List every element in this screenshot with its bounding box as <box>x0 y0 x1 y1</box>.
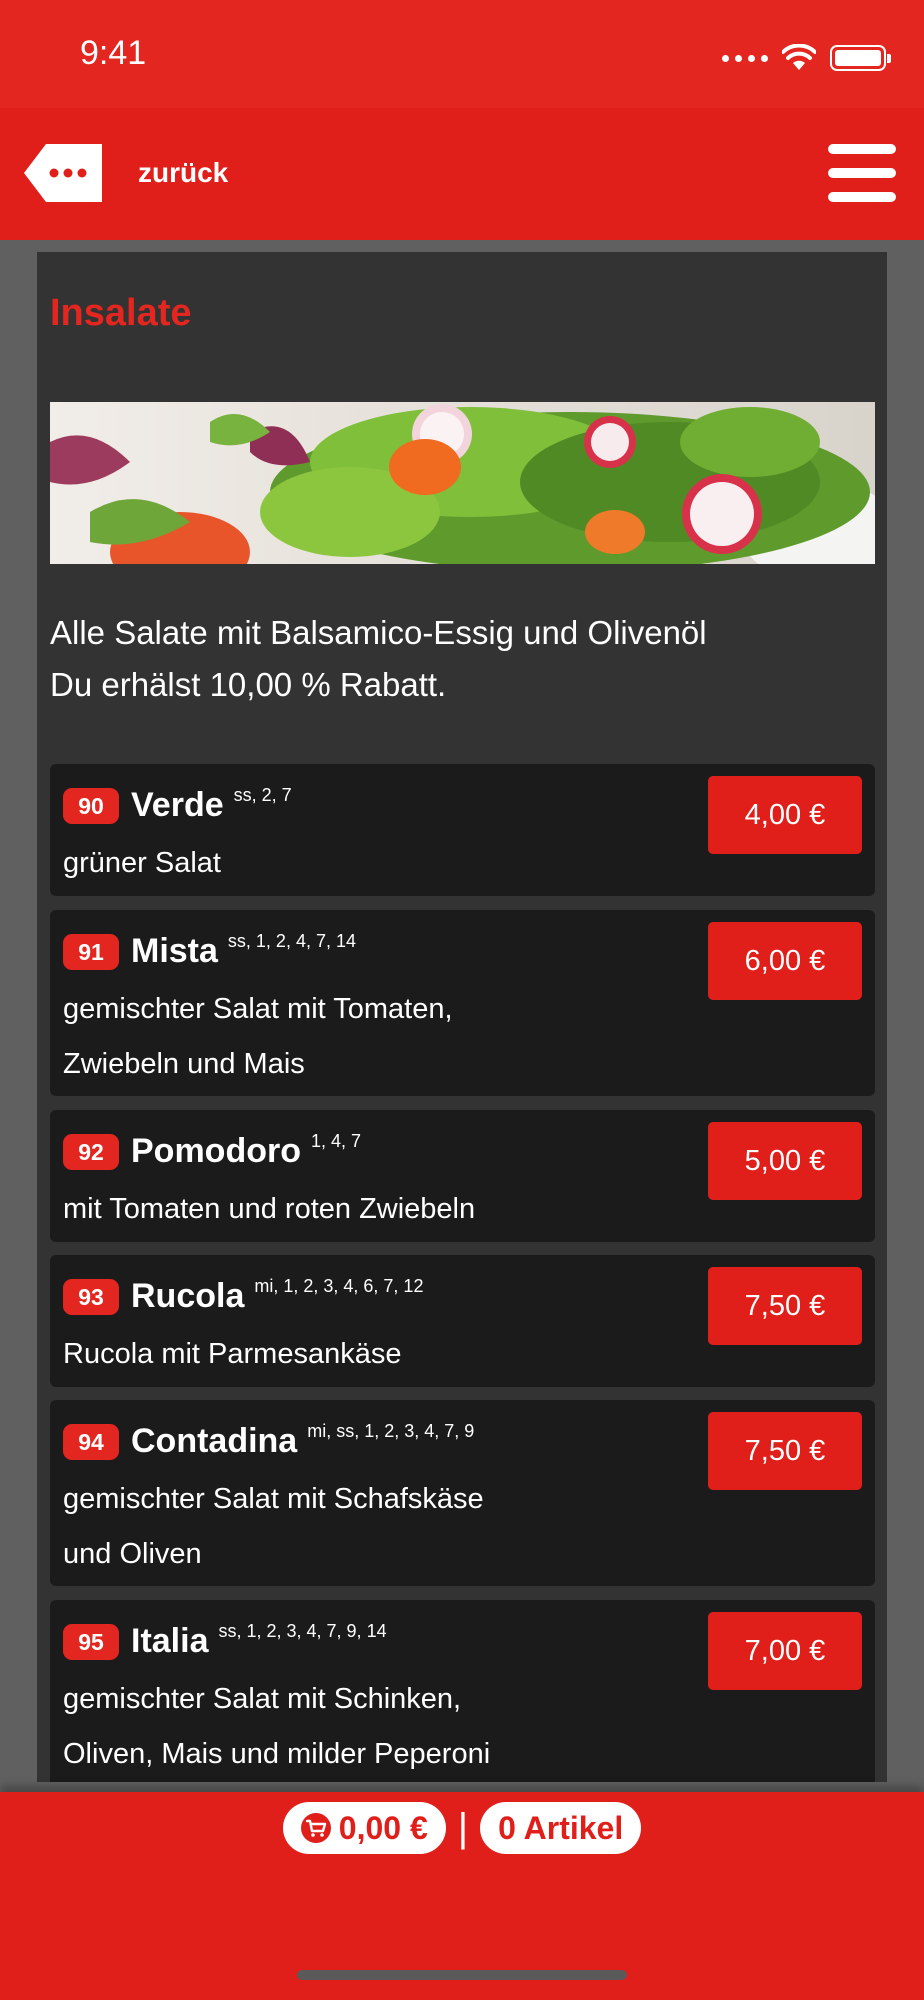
item-description-line: gemischter Salat mit Schafskäse <box>63 1483 484 1515</box>
wifi-icon <box>782 44 816 70</box>
status-icons <box>722 40 891 76</box>
item-description: gemischter Salat mit Schafskäse und Oliv… <box>63 1472 623 1582</box>
item-allergens: ss, 1, 2, 3, 4, 7, 9, 14 <box>218 1621 387 1641</box>
cart-icon <box>300 1813 331 1843</box>
item-number-badge: 95 <box>63 1624 119 1660</box>
signal-icon <box>722 54 768 62</box>
menu-item[interactable]: 94 Contadina mi, ss, 1, 2, 3, 4, 7, 9 ge… <box>50 1400 875 1586</box>
item-name: Contadina <box>131 1422 298 1460</box>
price-button[interactable]: 5,00 € <box>708 1122 862 1200</box>
cart-bar: 0,00 € | 0 Artikel <box>0 1792 924 2000</box>
nav-bar: zurück <box>0 108 924 240</box>
item-description: mit Tomaten und roten Zwiebeln <box>63 1182 623 1237</box>
salad-banner-image <box>50 402 875 564</box>
menu-item[interactable]: 92 Pomodoro 1, 4, 7 mit Tomaten und rote… <box>50 1110 875 1242</box>
item-description: gemischter Salat mit Schinken, Oliven, M… <box>63 1672 623 1782</box>
status-bar: 9:41 <box>0 0 924 108</box>
cart-articles: 0 Artikel <box>498 1810 624 1846</box>
item-description-line: Rucola mit Parmesankäse <box>63 1338 402 1370</box>
menu-icon[interactable] <box>828 144 896 202</box>
item-number-badge: 90 <box>63 788 119 824</box>
item-description-line: gemischter Salat mit Tomaten, <box>63 993 453 1025</box>
item-name: Pomodoro <box>131 1132 301 1170</box>
item-name: Italia <box>131 1622 209 1660</box>
back-label[interactable]: zurück <box>138 157 228 189</box>
cart-separator: | <box>457 1806 469 1850</box>
item-header: 92 Pomodoro 1, 4, 7 <box>63 1128 361 1174</box>
item-header: 94 Contadina mi, ss, 1, 2, 3, 4, 7, 9 <box>63 1418 474 1464</box>
cart-articles-pill[interactable]: 0 Artikel <box>480 1802 642 1854</box>
price-button[interactable]: 7,00 € <box>708 1612 862 1690</box>
item-number-badge: 92 <box>63 1134 119 1170</box>
back-button[interactable]: zurück <box>22 142 228 204</box>
item-description-line: gemischter Salat mit Schinken, <box>63 1683 462 1715</box>
menu-panel: Insalate Alle Salate mit Balsamico-Essig… <box>37 252 887 1782</box>
item-header: 93 Rucola mi, 1, 2, 3, 4, 6, 7, 12 <box>63 1273 423 1319</box>
item-description: grüner Salat <box>63 836 623 891</box>
item-allergens: mi, ss, 1, 2, 3, 4, 7, 9 <box>307 1421 475 1441</box>
item-header: 91 Mista ss, 1, 2, 4, 7, 14 <box>63 928 356 974</box>
item-allergens: mi, 1, 2, 3, 4, 6, 7, 12 <box>254 1276 424 1296</box>
item-number-badge: 91 <box>63 934 119 970</box>
price-button[interactable]: 7,50 € <box>708 1412 862 1490</box>
item-number-badge: 94 <box>63 1424 119 1460</box>
cart-total: 0,00 € <box>338 1810 428 1846</box>
battery-icon <box>830 45 891 71</box>
menu-item[interactable]: 91 Mista ss, 1, 2, 4, 7, 14 gemischter S… <box>50 910 875 1096</box>
item-description: gemischter Salat mit Tomaten, Zwiebeln u… <box>63 982 623 1092</box>
price-button[interactable]: 6,00 € <box>708 922 862 1000</box>
item-allergens: ss, 1, 2, 4, 7, 14 <box>227 931 356 951</box>
menu-item[interactable]: 90 Verde ss, 2, 7 grüner Salat 4,00 € <box>50 764 875 896</box>
status-time: 9:41 <box>80 34 147 72</box>
item-name: Mista <box>131 932 218 970</box>
cart-summary[interactable]: 0,00 € | 0 Artikel <box>0 1802 924 1854</box>
item-description: Rucola mit Parmesankäse <box>63 1327 623 1382</box>
description-line-1: Alle Salate mit Balsamico-Essig und Oliv… <box>50 614 707 651</box>
price-button[interactable]: 4,00 € <box>708 776 862 854</box>
item-header: 90 Verde ss, 2, 7 <box>63 782 292 828</box>
section-title: Insalate <box>50 292 192 334</box>
cart-total-pill[interactable]: 0,00 € <box>282 1802 446 1854</box>
menu-item[interactable]: 95 Italia ss, 1, 2, 3, 4, 7, 9, 14 gemis… <box>50 1600 875 1782</box>
back-arrow-icon <box>24 144 102 202</box>
menu-item[interactable]: 93 Rucola mi, 1, 2, 3, 4, 6, 7, 12 Rucol… <box>50 1255 875 1387</box>
price-button[interactable]: 7,50 € <box>708 1267 862 1345</box>
description-line-2: Du erhälst 10,00 % Rabatt. <box>50 666 447 703</box>
item-description-line: und Oliven <box>63 1538 202 1570</box>
item-description-line: Zwiebeln und Mais <box>63 1048 305 1080</box>
item-header: 95 Italia ss, 1, 2, 3, 4, 7, 9, 14 <box>63 1618 387 1664</box>
section-description: Alle Salate mit Balsamico-Essig und Oliv… <box>50 607 875 711</box>
home-indicator <box>297 1970 627 1980</box>
item-number-badge: 93 <box>63 1279 119 1315</box>
item-description-line: mit Tomaten und roten Zwiebeln <box>63 1193 476 1225</box>
item-name: Verde <box>131 786 224 824</box>
item-description-line: Oliven, Mais und milder Peperoni <box>63 1738 491 1770</box>
item-description-line: grüner Salat <box>63 847 221 879</box>
item-allergens: 1, 4, 7 <box>310 1131 362 1151</box>
item-allergens: ss, 2, 7 <box>233 785 292 805</box>
item-name: Rucola <box>131 1277 245 1315</box>
